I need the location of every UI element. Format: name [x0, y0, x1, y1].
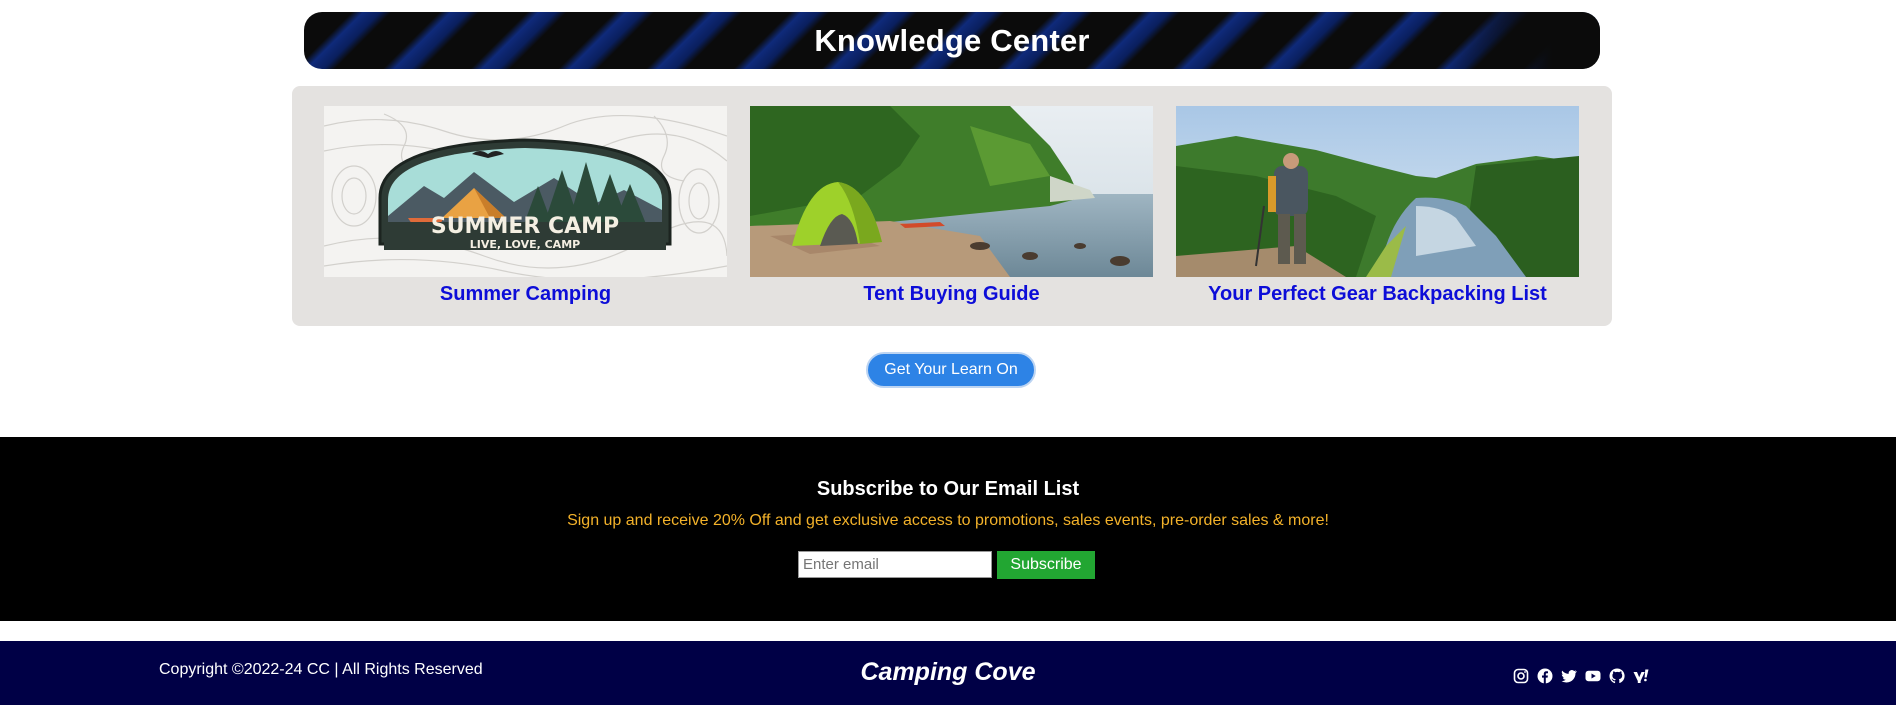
get-your-learn-on-button[interactable]: Get Your Learn On [866, 352, 1036, 388]
youtube-icon[interactable] [1585, 668, 1601, 684]
banner-fade [1440, 12, 1600, 69]
subscribe-title: Subscribe to Our Email List [816, 478, 1080, 500]
site-footer: Copyright ©2022-24 CC | All Rights Reser… [0, 641, 1896, 705]
articles-panel: SUMMER CAMP LIVE, LOVE, CAMP Summer Camp… [292, 86, 1612, 326]
logo-text-sub: LIVE, LOVE, CAMP [470, 238, 580, 251]
instagram-icon[interactable] [1513, 668, 1529, 684]
facebook-icon[interactable] [1537, 668, 1553, 684]
copyright-text: Copyright ©2022-24 CC | All Rights Reser… [159, 661, 483, 678]
email-subscribe-section: Subscribe to Our Email List Sign up and … [0, 437, 1896, 621]
twitter-icon[interactable] [1561, 668, 1577, 684]
article-link-tent-buying-guide[interactable]: Tent Buying Guide [750, 283, 1153, 306]
email-field[interactable] [798, 551, 992, 578]
github-icon[interactable] [1609, 668, 1625, 684]
knowledge-center-banner: Knowledge Center [304, 12, 1600, 69]
article-link-summer-camping[interactable]: Summer Camping [324, 283, 727, 306]
logo-text-main: SUMMER CAMP [431, 214, 619, 239]
article-card-backpacking-list[interactable]: Your Perfect Gear Backpacking List [1176, 106, 1579, 306]
social-links [1513, 668, 1649, 684]
subscribe-promo-text: Sign up and receive 20% Off and get excl… [567, 512, 1329, 529]
page-title: Knowledge Center [814, 22, 1090, 58]
subscribe-button[interactable]: Subscribe [997, 551, 1095, 579]
article-card-summer-camping[interactable]: SUMMER CAMP LIVE, LOVE, CAMP Summer Camp… [324, 106, 727, 306]
backpacker-river-image[interactable] [1176, 106, 1579, 277]
article-link-backpacking-list[interactable]: Your Perfect Gear Backpacking List [1176, 283, 1579, 306]
article-card-tent-buying-guide[interactable]: Tent Buying Guide [750, 106, 1153, 306]
tent-lakeshore-image[interactable] [750, 106, 1153, 277]
yahoo-icon[interactable] [1633, 668, 1649, 684]
summer-camp-logo-image[interactable]: SUMMER CAMP LIVE, LOVE, CAMP [324, 106, 727, 277]
